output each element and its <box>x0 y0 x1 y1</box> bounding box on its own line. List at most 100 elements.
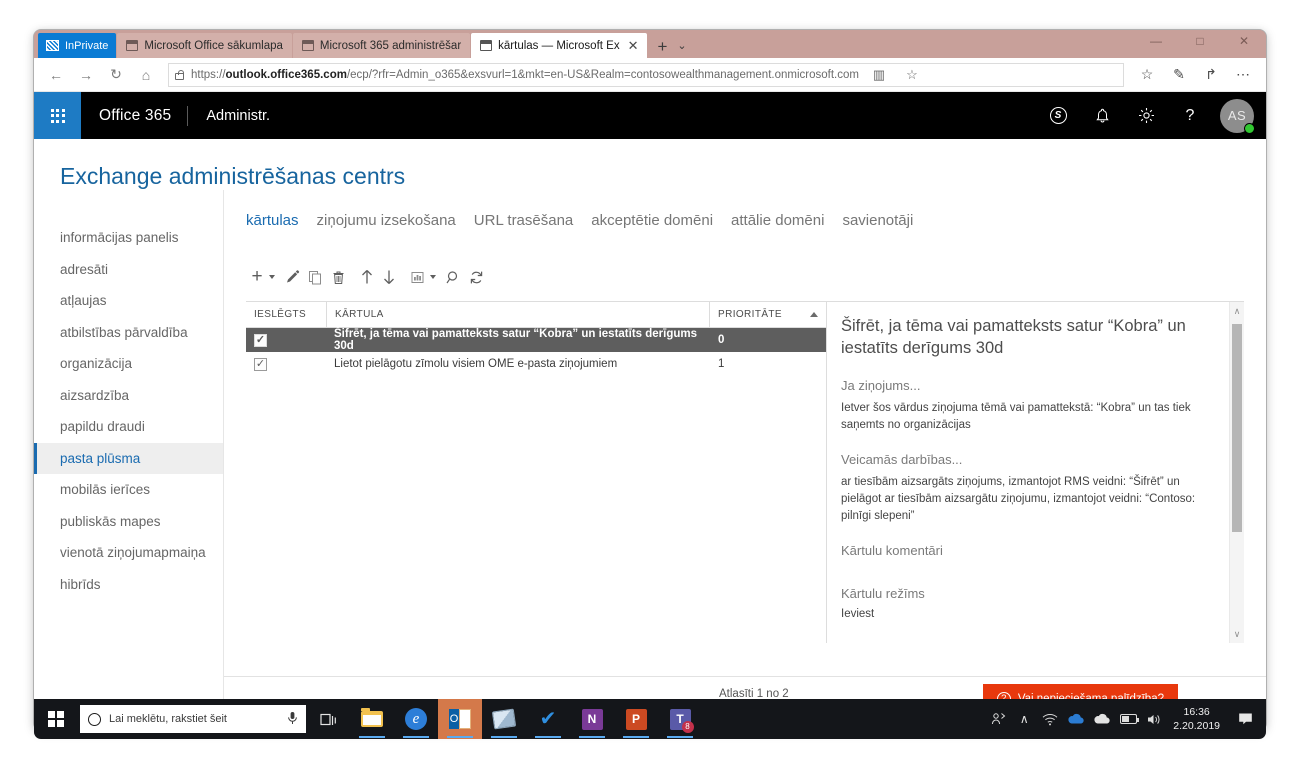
tab-url-trasesana[interactable]: URL trasēšana <box>474 212 574 229</box>
favorites-hub-icon[interactable]: ☆ <box>1132 62 1162 88</box>
onedrive-personal-icon[interactable] <box>1089 699 1115 739</box>
new-rule-dropdown-icon[interactable] <box>269 275 275 279</box>
row-enabled-cell[interactable]: ✓ <box>246 328 326 352</box>
favorite-star-icon[interactable]: ☆ <box>899 63 925 87</box>
refresh-icon[interactable] <box>465 264 488 290</box>
refresh-icon[interactable]: ↻ <box>102 62 130 88</box>
more-options-icon[interactable]: ⋯ <box>1228 62 1258 88</box>
column-header-prioritate[interactable]: PRIORITĀTE <box>710 302 826 328</box>
microphone-icon[interactable] <box>287 711 298 728</box>
sidebar-item-atbilstibas-parvaldiba[interactable]: atbilstības pārvaldība <box>34 317 223 349</box>
address-bar[interactable]: https://outlook.office365.com/ecp/?rfr=A… <box>168 63 1124 87</box>
close-window-button[interactable]: ✕ <box>1222 30 1266 52</box>
app-launcher-icon[interactable] <box>34 92 81 139</box>
row-enabled-cell[interactable]: ✓ <box>246 352 326 376</box>
detail-scrollbar[interactable]: ∧ ∨ <box>1229 302 1244 643</box>
avatar[interactable]: AS <box>1220 99 1254 133</box>
office365-brand[interactable]: Office 365 <box>81 107 187 125</box>
sidebar-item-mobilas-ierices[interactable]: mobilās ierīces <box>34 474 223 506</box>
taskbar-app-microsoft-edge[interactable]: e <box>394 699 438 739</box>
system-tray: ∧ 16 <box>985 699 1266 739</box>
web-note-icon[interactable]: ✎ <box>1164 62 1194 88</box>
close-tab-icon[interactable]: ✕ <box>628 39 639 52</box>
new-rule-icon[interactable]: + <box>246 264 268 290</box>
browser-tab-m365-admin[interactable]: Microsoft 365 administrēšar <box>293 33 470 58</box>
taskbar-clock[interactable]: 16:36 2.20.2019 <box>1167 705 1230 733</box>
sidebar-item-informacijas-panelis[interactable]: informācijas panelis <box>34 222 223 254</box>
taskbar-app-file-explorer[interactable] <box>350 699 394 739</box>
scroll-down-icon[interactable]: ∨ <box>1230 627 1244 641</box>
help-icon[interactable]: ? <box>1168 92 1212 139</box>
reading-view-icon[interactable]: ▥ <box>866 63 892 87</box>
sidebar-item-adresati[interactable]: adresāti <box>34 254 223 286</box>
detail-mode-value: Ieviest <box>841 606 1214 623</box>
edit-icon[interactable] <box>281 264 304 290</box>
browser-tab-office-home[interactable]: Microsoft Office sākumlapa <box>117 33 291 58</box>
network-icon[interactable] <box>1037 699 1063 739</box>
table-header-row: IESLĒGTS KĀRTULA PRIORITĀTE <box>246 302 826 328</box>
sidebar-item-hibrids[interactable]: hibrīds <box>34 569 223 601</box>
more-options-dropdown-icon[interactable] <box>430 275 436 279</box>
move-up-icon[interactable] <box>356 264 378 290</box>
table-row[interactable]: ✓ Šifrēt, ja tēma vai pamatteksts satur … <box>246 328 826 352</box>
sidebar-item-atlaujas[interactable]: atļaujas <box>34 285 223 317</box>
taskbar-app-todo[interactable]: ✔ <box>526 699 570 739</box>
browser-tab-kartulas[interactable]: kārtulas — Microsoft Ex ✕ <box>471 33 647 58</box>
action-center-icon[interactable] <box>1230 699 1260 739</box>
maximize-button[interactable]: □ <box>1178 30 1222 52</box>
taskbar-app-outlook[interactable]: O <box>438 699 482 739</box>
inprivate-badge[interactable]: InPrivate <box>38 33 116 58</box>
taskbar-search-box[interactable]: Lai meklētu, rakstiet šeit <box>80 705 306 733</box>
volume-icon[interactable] <box>1141 699 1167 739</box>
scroll-up-icon[interactable]: ∧ <box>1230 304 1244 318</box>
tab-savienotaji[interactable]: savienotāji <box>842 212 913 229</box>
taskbar-app-sticky-notes[interactable] <box>482 699 526 739</box>
todo-check-icon: ✔ <box>540 709 557 729</box>
copy-icon[interactable] <box>304 264 327 290</box>
taskbar-app-teams[interactable]: T 8 <box>658 699 702 739</box>
sidebar-item-organizacija[interactable]: organizācija <box>34 348 223 380</box>
checkbox-checked-icon[interactable]: ✓ <box>254 358 267 371</box>
column-header-kartula[interactable]: KĀRTULA <box>326 302 710 328</box>
skype-icon[interactable]: S <box>1036 92 1080 139</box>
sidebar-item-pasta-plusma[interactable]: pasta plūsma <box>34 443 223 475</box>
column-header-ieslegts[interactable]: IESLĒGTS <box>246 302 326 328</box>
scrollbar-thumb[interactable] <box>1232 324 1242 532</box>
onenote-icon: N <box>582 709 603 730</box>
chevron-down-icon[interactable]: ⌄ <box>675 39 692 58</box>
onedrive-business-icon[interactable] <box>1063 699 1089 739</box>
task-view-button[interactable] <box>306 699 350 739</box>
notifications-bell-icon[interactable] <box>1080 92 1124 139</box>
battery-icon[interactable] <box>1115 699 1141 739</box>
bell-glyph <box>1095 108 1110 124</box>
sidebar-item-vienota-zinojumapmaina[interactable]: vienotā ziņojumapmaiņa <box>34 537 223 569</box>
move-down-icon[interactable] <box>378 264 400 290</box>
delete-icon[interactable] <box>327 264 350 290</box>
tab-kartulas[interactable]: kārtulas <box>246 212 299 229</box>
more-options-icon[interactable] <box>406 264 429 290</box>
forward-icon[interactable]: → <box>72 62 100 88</box>
show-hidden-icons[interactable]: ∧ <box>1011 699 1037 739</box>
share-icon[interactable]: ↱ <box>1196 62 1226 88</box>
people-icon[interactable] <box>985 699 1011 739</box>
back-icon[interactable]: ← <box>42 62 70 88</box>
new-tab-button[interactable]: + <box>647 38 675 58</box>
search-icon[interactable] <box>442 264 465 290</box>
tab-akceptetie-domeni[interactable]: akceptētie domēni <box>591 212 713 229</box>
url-text: https://outlook.office365.com/ecp/?rfr=A… <box>191 69 859 81</box>
tab-zinojumu-izsekosana[interactable]: ziņojumu izsekošana <box>317 212 456 229</box>
start-button[interactable] <box>34 699 78 739</box>
sidebar-item-papildu-draudi[interactable]: papildu draudi <box>34 411 223 443</box>
taskbar-app-powerpoint[interactable]: P <box>614 699 658 739</box>
sidebar-item-aizsardziba[interactable]: aizsardzība <box>34 380 223 412</box>
home-icon[interactable]: ⌂ <box>132 62 160 88</box>
table-row[interactable]: ✓ Lietot pielāgotu zīmolu visiem OME e-p… <box>246 352 826 376</box>
onedrive-blue-glyph <box>1067 713 1085 725</box>
gear-icon[interactable] <box>1124 92 1168 139</box>
tab-attalie-domeni[interactable]: attālie domēni <box>731 212 824 229</box>
minimize-button[interactable]: — <box>1134 30 1178 52</box>
report-glyph <box>410 270 425 285</box>
sidebar-item-publiskas-mapes[interactable]: publiskās mapes <box>34 506 223 538</box>
taskbar-app-onenote[interactable]: N <box>570 699 614 739</box>
checkbox-checked-icon[interactable]: ✓ <box>254 334 267 347</box>
